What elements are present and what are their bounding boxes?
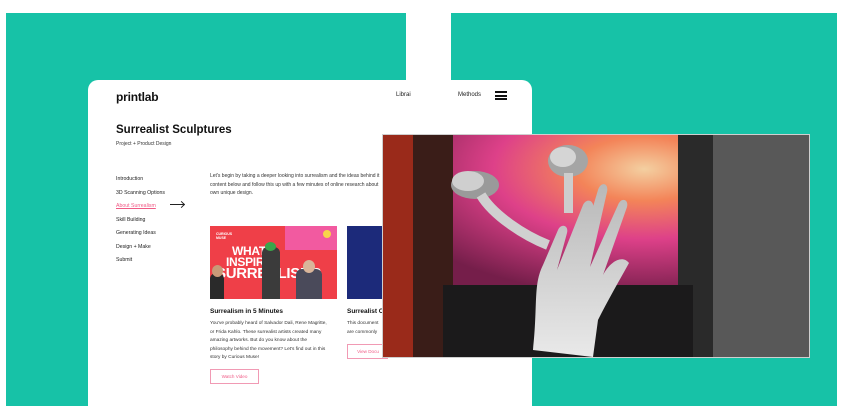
thumbnail-sun-shape [323, 230, 331, 238]
card-desc-line: are commonly [347, 329, 378, 335]
thumbnail-tag: CURIOUS MUSE [216, 232, 233, 240]
card-title: Surrealist C [347, 308, 384, 315]
dali-face [212, 265, 223, 277]
hamburger-menu-icon[interactable] [495, 91, 507, 100]
sidebar-item-introduction[interactable]: Introduction [116, 176, 165, 190]
card-desc-line: philosophy behind the movement? Let's fi… [210, 346, 326, 352]
nav-methods-link[interactable]: Methods [458, 92, 481, 98]
video-thumbnail[interactable]: CURIOUS MUSE WHAT INSPIRED SURREALISM? [210, 226, 337, 299]
sidebar-nav: Introduction 3D Scanning Options About S… [116, 176, 165, 271]
freud-face [303, 260, 315, 273]
hand-sculpture-image [383, 135, 809, 357]
card-desc-line: story by Curious Muse! [210, 355, 260, 360]
sculpture-photo [382, 134, 810, 358]
intro-line: own unique design. [210, 190, 254, 196]
card-desc-line: amazing artworks. But do you know about … [210, 338, 308, 343]
page-subtitle: Project + Product Design [116, 141, 172, 147]
card-description: This document are commonly [347, 320, 387, 337]
watch-video-button[interactable]: Watch Video [210, 369, 259, 384]
intro-text: Let's begin by taking a deeper looking i… [210, 172, 410, 198]
active-arrow-icon [170, 204, 184, 205]
brand-logo[interactable]: printlab [116, 90, 159, 104]
nav-libraries-link[interactable]: Librai [396, 92, 411, 98]
sidebar-item-3d-scanning[interactable]: 3D Scanning Options [116, 190, 165, 204]
sidebar-item-submit[interactable]: Submit [116, 257, 165, 271]
card-desc-line: This document [347, 321, 379, 326]
document-thumbnail[interactable] [347, 226, 387, 299]
apple-face [265, 242, 276, 251]
sidebar-item-generating-ideas[interactable]: Generating Ideas [116, 230, 165, 244]
freud-figure [296, 269, 322, 299]
intro-line: content below and follow this up with a … [210, 181, 379, 188]
card-desc-line: You've probably heard of Salvador Dali, … [210, 321, 327, 326]
card-desc-line: or Frida Kahlo. These surrealist artists… [210, 329, 322, 335]
sidebar-item-about-surrealism[interactable]: About Surrealism [116, 203, 165, 217]
card-description: You've probably heard of Salvador Dali, … [210, 320, 335, 363]
card-title: Surrealism in 5 Minutes [210, 308, 283, 315]
sidebar-item-skill-building[interactable]: Skill Building [116, 217, 165, 231]
magritte-figure [262, 247, 280, 299]
page-title: Surrealist Sculptures [116, 124, 232, 136]
sidebar-item-design-make[interactable]: Design + Make [116, 244, 165, 258]
intro-line: Let's begin by taking a deeper looking i… [210, 173, 380, 179]
